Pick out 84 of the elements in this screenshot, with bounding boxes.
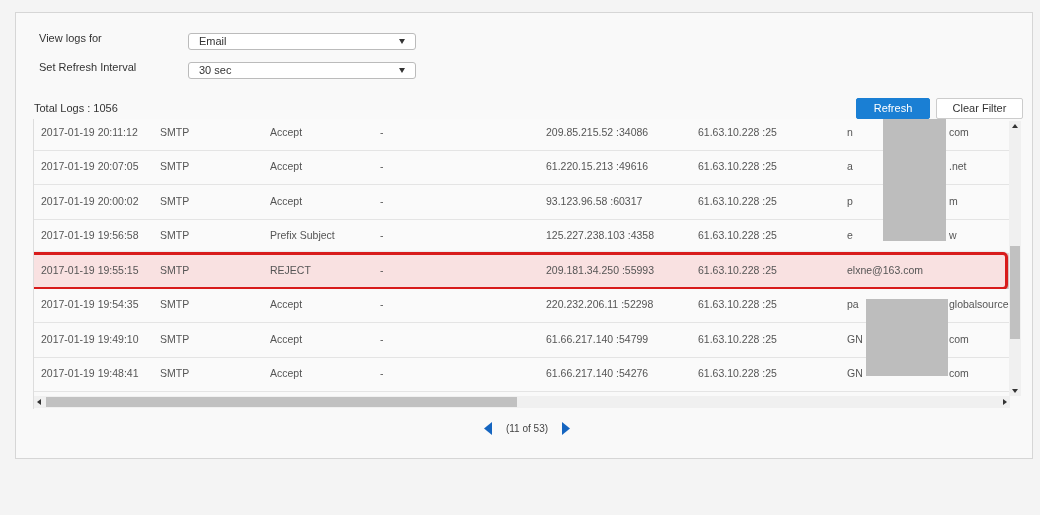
table-cell-text: Accept bbox=[270, 193, 304, 209]
table-cell-text: - bbox=[380, 124, 385, 140]
table-cell-text: com bbox=[949, 366, 969, 382]
table-cell-text: w bbox=[949, 228, 957, 244]
table-cell-text: com bbox=[949, 331, 969, 347]
previous-page-icon[interactable] bbox=[483, 422, 492, 435]
table-cell-text: n bbox=[847, 124, 854, 140]
table-cell-text: Accept bbox=[270, 297, 304, 313]
table-cell-text: SMTP bbox=[160, 159, 191, 175]
table-cell-text: 2017-01-19 19:49:10 bbox=[40, 331, 140, 347]
table-cell-text: 220.232.206.11 :52298 bbox=[546, 297, 655, 313]
table-cell-text: 125.227.238.103 :4358 bbox=[546, 228, 656, 244]
table-cell-text: 2017-01-19 19:48:41 bbox=[40, 366, 140, 382]
table-cell-text: m bbox=[949, 193, 958, 209]
table-cell-text: globalsource bbox=[949, 297, 1009, 313]
clear-filter-button[interactable]: Clear Filter bbox=[936, 98, 1023, 119]
table-cell-text: 61.63.10.228 :25 bbox=[698, 159, 778, 175]
table-cell-text: - bbox=[380, 331, 385, 347]
dropdown[interactable]: 30 sec bbox=[188, 62, 416, 79]
table-cell-text: REJECT bbox=[270, 262, 312, 278]
table-cell-text: SMTP bbox=[160, 228, 191, 244]
table-cell-text: a bbox=[847, 159, 854, 175]
horizontal-scrollbar[interactable] bbox=[34, 396, 1010, 408]
caret-icon bbox=[399, 68, 405, 73]
table-cell-text: - bbox=[380, 193, 385, 209]
table-cell-text: 61.66.217.140 :54276 bbox=[546, 366, 650, 382]
table-cell-text: 61.63.10.228 :25 bbox=[698, 124, 778, 140]
table-cell-text: 2017-01-19 20:07:05 bbox=[40, 159, 140, 175]
table-cell-text: SMTP bbox=[160, 366, 191, 382]
log-row[interactable]: 2017-01-19 19:55:15 SMTP REJECT - 209.181.34.250 :55993 61.63.10.228 :25 elxne@163.com bbox=[34, 254, 1010, 289]
page-indicator: (11 of 53) bbox=[505, 422, 549, 436]
table-cell-text: - bbox=[380, 297, 385, 313]
table-cell-text: SMTP bbox=[160, 193, 191, 209]
field-label: View logs for bbox=[38, 31, 103, 47]
table-cell-text: 61.63.10.228 :25 bbox=[698, 193, 778, 209]
table-cell-text: 2017-01-19 19:55:15 bbox=[40, 262, 140, 278]
table-cell-text: 61.63.10.228 :25 bbox=[698, 331, 778, 347]
table-cell-text: p bbox=[847, 193, 854, 209]
table-cell-text: GN bbox=[847, 331, 864, 347]
table-cell-text: 209.85.215.52 :34086 bbox=[546, 124, 650, 140]
table-cell-text: elxne@163.com bbox=[847, 262, 925, 278]
table-cell-text: 61.63.10.228 :25 bbox=[698, 262, 778, 278]
table-cell-text: 2017-01-19 20:00:02 bbox=[40, 193, 140, 209]
scroll-left-icon[interactable] bbox=[37, 399, 41, 405]
table-cell-text: 61.63.10.228 :25 bbox=[698, 228, 778, 244]
table-cell-text: 61.66.217.140 :54799 bbox=[546, 331, 650, 347]
table-cell-text: 61.220.15.213 :49616 bbox=[546, 159, 650, 175]
table-cell-text: 209.181.34.250 :55993 bbox=[546, 262, 656, 278]
table-cell-text: Prefix Subject bbox=[270, 228, 336, 244]
scroll-thumb[interactable] bbox=[1010, 246, 1020, 339]
table-cell-text: Accept bbox=[270, 331, 304, 347]
caret-icon bbox=[399, 39, 405, 44]
field-label: Set Refresh Interval bbox=[38, 60, 138, 76]
table-cell-text: SMTP bbox=[160, 124, 191, 140]
table-cell-text: GN bbox=[847, 366, 864, 382]
table-cell-text: SMTP bbox=[160, 262, 191, 278]
table-cell-text: SMTP bbox=[160, 297, 191, 313]
refresh-button[interactable]: Refresh bbox=[856, 98, 930, 119]
table-cell-text: - bbox=[380, 262, 385, 278]
scroll-thumb[interactable] bbox=[46, 397, 517, 407]
table-cell-text: 2017-01-19 19:54:35 bbox=[40, 297, 140, 313]
table-cell-text: com bbox=[949, 124, 969, 140]
table-cell-text: - bbox=[380, 366, 385, 382]
total-logs: Total Logs : 1056 bbox=[33, 101, 118, 117]
table-cell-text: Accept bbox=[270, 366, 304, 382]
scroll-right-icon[interactable] bbox=[1003, 399, 1007, 405]
table-cell-text: 93.123.96.58 :60317 bbox=[546, 193, 644, 209]
table-cell-text: .net bbox=[949, 159, 967, 175]
next-page-icon[interactable] bbox=[562, 422, 571, 435]
scroll-down-icon[interactable] bbox=[1012, 389, 1018, 393]
table-cell-text: Accept bbox=[270, 159, 304, 175]
table-cell-text: 61.63.10.228 :25 bbox=[698, 366, 778, 382]
table-cell-text: 2017-01-19 19:56:58 bbox=[40, 228, 140, 244]
table-cell-text: - bbox=[380, 159, 385, 175]
vertical-scrollbar[interactable] bbox=[1009, 121, 1021, 396]
table-cell-text: - bbox=[380, 228, 385, 244]
table-cell-text: e bbox=[847, 228, 854, 244]
table-cell-text: 61.63.10.228 :25 bbox=[698, 297, 778, 313]
table-cell-text: SMTP bbox=[160, 331, 191, 347]
table-cell-text: Accept bbox=[270, 124, 304, 140]
dropdown[interactable]: Email bbox=[188, 33, 416, 50]
scroll-up-icon[interactable] bbox=[1012, 124, 1018, 128]
table-cell-text: 2017-01-19 20:11:12 bbox=[40, 124, 139, 140]
table-cell-text: pa bbox=[847, 297, 860, 313]
